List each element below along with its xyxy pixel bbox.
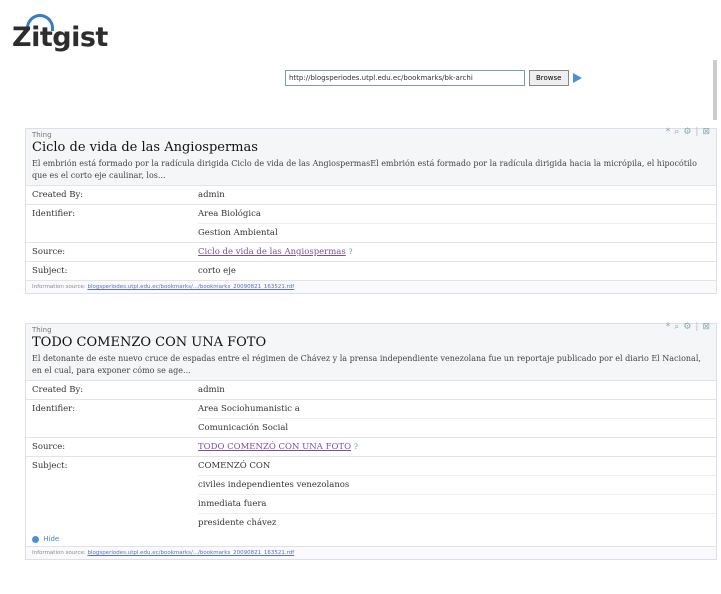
prop-value: admin: [198, 190, 225, 201]
tag-icon[interactable]: *: [666, 127, 671, 137]
source-link[interactable]: TODO COMENZÓ CON UNA FOTO: [198, 442, 351, 452]
panel-title: Ciclo de vida de las Angiospermas: [32, 140, 258, 155]
zitgist-logo: Zitgist: [12, 22, 108, 53]
prop-name: Source:: [32, 442, 66, 453]
prop-row-identifier: Identifier: Area Biológica Gestion Ambie…: [26, 204, 716, 242]
prop-name: Created By:: [32, 385, 84, 396]
prop-row-subject: Subject: COMENZÓ CON civiles independien…: [26, 456, 716, 532]
prop-value: admin: [198, 385, 225, 396]
type-label: Thing: [32, 326, 52, 334]
browse-button[interactable]: Browse: [529, 70, 569, 86]
separator: |: [695, 322, 699, 332]
panel-title: TODO COMENZO CON UNA FOTO: [32, 335, 267, 350]
search-icon[interactable]: ⌕: [674, 322, 679, 332]
prop-value: corto eje: [198, 266, 236, 277]
prop-name: Identifier:: [32, 404, 76, 415]
external-link-icon[interactable]: ?: [354, 443, 358, 451]
external-link-icon[interactable]: ?: [349, 248, 353, 256]
hide-icon: [32, 535, 39, 543]
prop-value: COMENZÓ CON: [198, 461, 271, 472]
tag-icon[interactable]: *: [666, 322, 671, 332]
info-source: Information source: blogsperiodes.utpl.e…: [26, 546, 716, 560]
source-link[interactable]: Ciclo de vida de las Angiospermas: [198, 247, 346, 257]
info-source: Information source: blogsperiodes.utpl.e…: [26, 280, 716, 294]
prop-name: Source:: [32, 247, 66, 258]
prop-row-created-by: Created By: admin: [26, 185, 716, 204]
hide-label: Hide: [43, 535, 60, 544]
browse-bar: Browse: [285, 70, 582, 86]
prop-name: Subject:: [32, 266, 68, 277]
resource-panel: Thing * ⌕ ⚙ | ⊠ Ciclo de vida de las Ang…: [25, 127, 717, 295]
gear-icon[interactable]: ⚙: [683, 322, 691, 332]
go-arrow-icon[interactable]: [572, 73, 582, 83]
info-source-link[interactable]: blogsperiodes.utpl.edu.ec/bookmarks/.../…: [87, 284, 294, 290]
scrollbar[interactable]: [713, 60, 717, 120]
resource-panel: Thing * ⌕ ⚙ | ⊠ TODO COMENZO CON UNA FOT…: [25, 322, 717, 561]
info-source-label: Information source:: [32, 284, 86, 291]
prop-row-subject: Subject: corto eje: [26, 261, 716, 280]
info-source-link[interactable]: blogsperiodes.utpl.edu.ec/bookmarks/.../…: [87, 550, 294, 556]
hide-toggle[interactable]: Hide: [26, 532, 716, 546]
info-source-label: Information source:: [32, 550, 86, 557]
panel-description: El embrión está formado por la radícula …: [32, 159, 697, 180]
panel-tools: * ⌕ ⚙ | ⊠: [666, 127, 710, 137]
close-icon[interactable]: ⊠: [702, 322, 710, 332]
type-label: Thing: [32, 131, 52, 139]
prop-value: presidente chávez: [198, 513, 716, 532]
prop-row-created-by: Created By: admin: [26, 380, 716, 399]
close-icon[interactable]: ⊠: [702, 127, 710, 137]
panel-tools: * ⌕ ⚙ | ⊠: [666, 322, 710, 332]
prop-value: Comunicación Social: [198, 418, 716, 437]
prop-value: inmediata fuera: [198, 494, 716, 513]
panel-description: El detonante de este nuevo cruce de espa…: [32, 354, 701, 375]
separator: |: [695, 127, 699, 137]
prop-value: Area Biológica: [198, 209, 261, 220]
prop-value: civiles independientes venezolanos: [198, 475, 716, 494]
prop-name: Created By:: [32, 190, 84, 201]
prop-value: Gestion Ambiental: [198, 223, 716, 242]
gear-icon[interactable]: ⚙: [683, 127, 691, 137]
prop-name: Identifier:: [32, 209, 76, 220]
search-icon[interactable]: ⌕: [674, 127, 679, 137]
prop-value: Area Sociohumanistic a: [198, 404, 300, 415]
url-input[interactable]: [285, 70, 525, 86]
prop-row-source: Source: TODO COMENZÓ CON UNA FOTO?: [26, 437, 716, 456]
prop-name: Subject:: [32, 461, 68, 472]
prop-row-identifier: Identifier: Area Sociohumanistic a Comun…: [26, 399, 716, 437]
prop-row-source: Source: Ciclo de vida de las Angiosperma…: [26, 242, 716, 261]
